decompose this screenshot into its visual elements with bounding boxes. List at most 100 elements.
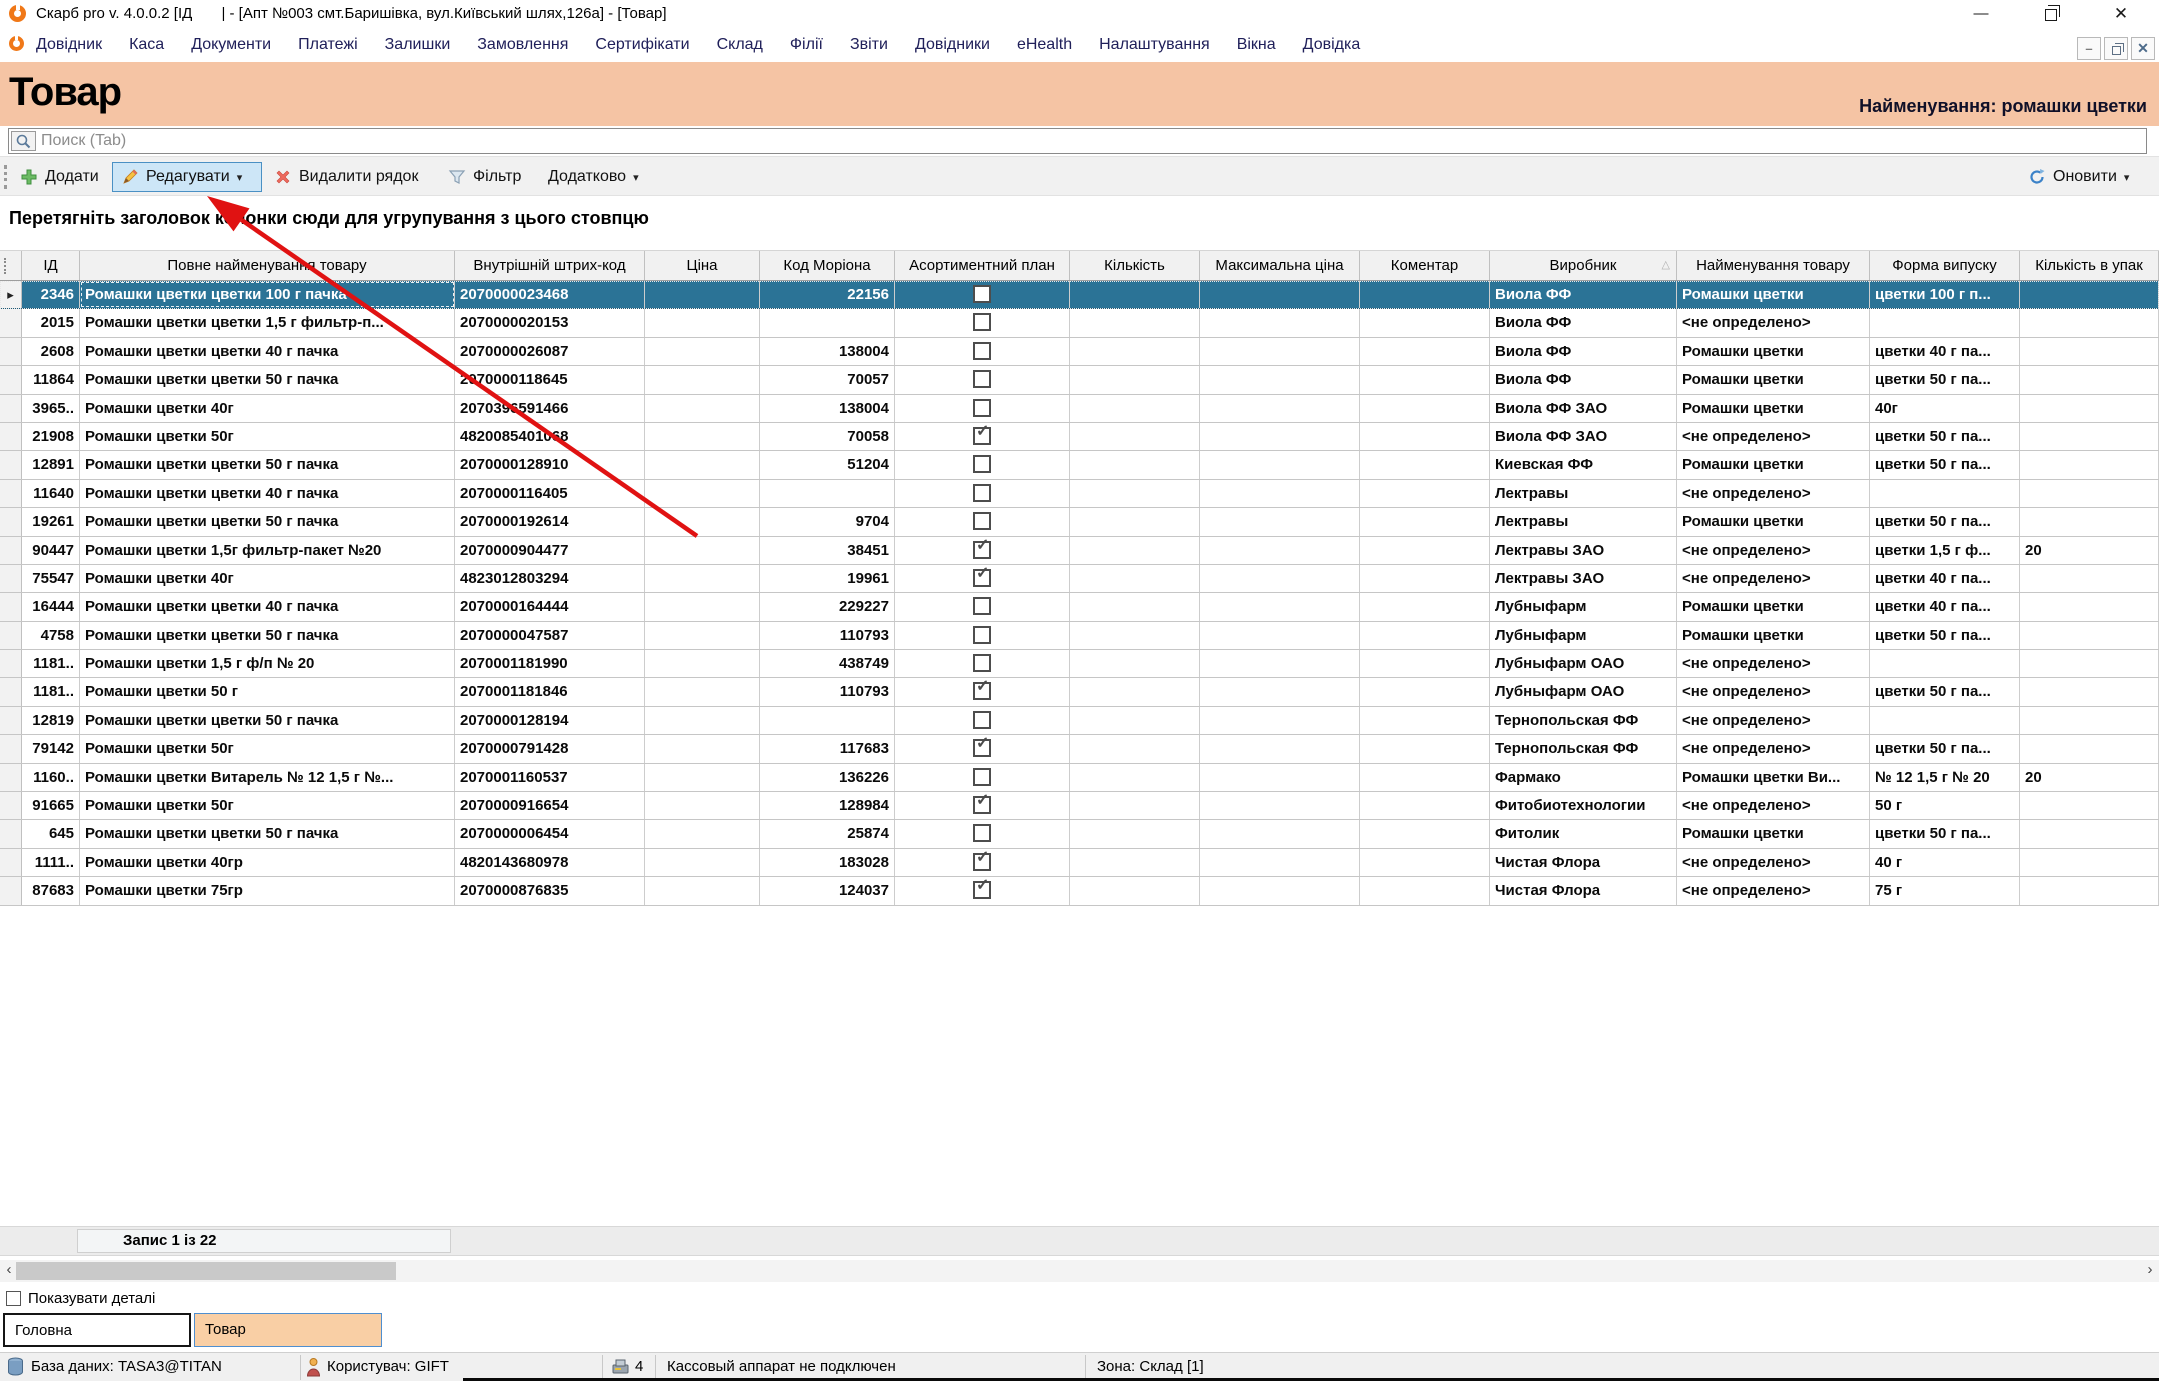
table-row[interactable]: 11864Ромашки цветки цветки 50 г пачка207… bbox=[0, 366, 2159, 394]
assortment-checkbox[interactable]: ✓ bbox=[973, 682, 991, 700]
assortment-checkbox[interactable]: ✓ bbox=[973, 853, 991, 871]
assortment-checkbox[interactable] bbox=[973, 370, 991, 388]
table-row[interactable]: 91665Ромашки цветки 50г20700009166541289… bbox=[0, 792, 2159, 820]
menu-item-Залишки[interactable]: Залишки bbox=[385, 36, 451, 54]
menu-item-Склад[interactable]: Склад bbox=[717, 36, 763, 54]
assortment-checkbox[interactable] bbox=[973, 768, 991, 786]
table-row[interactable]: 2015Ромашки цветки цветки 1,5 г фильтр-п… bbox=[0, 309, 2159, 337]
menu-item-Документи[interactable]: Документи bbox=[191, 36, 271, 54]
table-row[interactable]: 12819Ромашки цветки цветки 50 г пачка207… bbox=[0, 707, 2159, 735]
menu-item-Довідник[interactable]: Довідник bbox=[36, 36, 102, 54]
mdi-restore-button[interactable] bbox=[2104, 37, 2128, 60]
cell-id: 4758 bbox=[22, 622, 80, 649]
table-row[interactable]: 12891Ромашки цветки цветки 50 г пачка207… bbox=[0, 451, 2159, 479]
assortment-checkbox[interactable] bbox=[973, 824, 991, 842]
mdi-minimize-button[interactable]: – bbox=[2077, 37, 2101, 60]
column-header-price[interactable]: Ціна bbox=[645, 251, 760, 280]
cell-id: 11864 bbox=[22, 366, 80, 393]
add-button[interactable]: Додати bbox=[12, 162, 107, 192]
assortment-checkbox[interactable] bbox=[973, 512, 991, 530]
cell-pack_quantity bbox=[2020, 877, 2159, 904]
assortment-checkbox[interactable] bbox=[973, 399, 991, 417]
column-header-release_form[interactable]: Форма випуску bbox=[1870, 251, 2020, 280]
assortment-checkbox[interactable] bbox=[973, 711, 991, 729]
horizontal-scrollbar[interactable]: ‹ › bbox=[0, 1260, 2159, 1282]
search-input[interactable] bbox=[41, 130, 2041, 152]
table-row[interactable]: 3965..Ромашки цветки 40г2070396591466138… bbox=[0, 395, 2159, 423]
tab-golovna[interactable]: Головна bbox=[3, 1313, 191, 1347]
menu-item-Філії[interactable]: Філії bbox=[790, 36, 823, 54]
table-row[interactable]: 1111..Ромашки цветки 40гр482014368097818… bbox=[0, 849, 2159, 877]
table-row[interactable]: 19261Ромашки цветки цветки 50 г пачка207… bbox=[0, 508, 2159, 536]
table-row[interactable]: ▸2346Ромашки цветки цветки 100 г пачка20… bbox=[0, 281, 2159, 309]
cell-product_name: Ромашки цветки bbox=[1677, 593, 1870, 620]
refresh-button[interactable]: Оновити ▾ bbox=[2020, 162, 2137, 192]
column-header-assortment_plan[interactable]: Асортиментний план bbox=[895, 251, 1070, 280]
column-header-full_name[interactable]: Повне найменування товару bbox=[80, 251, 455, 280]
more-button[interactable]: Додатково ▾ bbox=[540, 162, 647, 192]
menu-item-Платежі[interactable]: Платежі bbox=[298, 36, 358, 54]
assortment-checkbox[interactable]: ✓ bbox=[973, 739, 991, 757]
filter-button[interactable]: Фільтр bbox=[440, 162, 529, 192]
table-row[interactable]: 90447Ромашки цветки 1,5г фильтр-пакет №2… bbox=[0, 537, 2159, 565]
cell-price bbox=[645, 735, 760, 762]
show-details-checkbox[interactable] bbox=[6, 1291, 21, 1306]
column-header-quantity[interactable]: Кількість bbox=[1070, 251, 1200, 280]
column-header-morion_code[interactable]: Код Моріона bbox=[760, 251, 895, 280]
column-header-pack_quantity[interactable]: Кількість в упак bbox=[2020, 251, 2159, 280]
table-row[interactable]: 87683Ромашки цветки 75гр2070000876835124… bbox=[0, 877, 2159, 905]
assortment-checkbox[interactable] bbox=[973, 597, 991, 615]
assortment-checkbox[interactable]: ✓ bbox=[973, 796, 991, 814]
assortment-checkbox[interactable] bbox=[973, 313, 991, 331]
mdi-close-button[interactable]: ✕ bbox=[2131, 37, 2155, 60]
column-header-comment[interactable]: Коментар bbox=[1360, 251, 1490, 280]
minimize-button[interactable]: — bbox=[1958, 0, 2004, 28]
menu-item-Звіти[interactable]: Звіти bbox=[850, 36, 888, 54]
table-row[interactable]: 4758Ромашки цветки цветки 50 г пачка2070… bbox=[0, 622, 2159, 650]
assortment-checkbox[interactable] bbox=[973, 285, 991, 303]
table-row[interactable]: 1181..Ромашки цветки 50 г207000118184611… bbox=[0, 678, 2159, 706]
column-header-barcode[interactable]: Внутрішній штрих-код bbox=[455, 251, 645, 280]
column-header-max_price[interactable]: Максимальна ціна bbox=[1200, 251, 1360, 280]
search-icon[interactable] bbox=[11, 131, 36, 151]
table-row[interactable]: 79142Ромашки цветки 50г20700007914281176… bbox=[0, 735, 2159, 763]
tab-tovar[interactable]: Товар bbox=[194, 1313, 382, 1347]
assortment-checkbox[interactable] bbox=[973, 455, 991, 473]
assortment-checkbox[interactable] bbox=[973, 626, 991, 644]
table-row[interactable]: 645Ромашки цветки цветки 50 г пачка20700… bbox=[0, 820, 2159, 848]
assortment-checkbox[interactable]: ✓ bbox=[973, 569, 991, 587]
column-header-id[interactable]: ІД bbox=[22, 251, 80, 280]
edit-button[interactable]: Редагувати ▾ bbox=[112, 162, 262, 192]
scrollbar-thumb[interactable] bbox=[16, 1262, 396, 1280]
assortment-checkbox[interactable]: ✓ bbox=[973, 541, 991, 559]
delete-row-button[interactable]: Видалити рядок bbox=[266, 162, 426, 192]
menu-item-Замовлення[interactable]: Замовлення bbox=[477, 36, 568, 54]
table-row[interactable]: 1160..Ромашки цветки Витарель № 12 1,5 г… bbox=[0, 764, 2159, 792]
scroll-right-icon[interactable]: › bbox=[2143, 1260, 2157, 1282]
table-row[interactable]: 16444Ромашки цветки цветки 40 г пачка207… bbox=[0, 593, 2159, 621]
menu-item-Довідка[interactable]: Довідка bbox=[1303, 36, 1361, 54]
table-row[interactable]: 21908Ромашки цветки 50г48200854010687005… bbox=[0, 423, 2159, 451]
assortment-checkbox[interactable]: ✓ bbox=[973, 881, 991, 899]
table-row[interactable]: 75547Ромашки цветки 40г48230128032941996… bbox=[0, 565, 2159, 593]
menu-item-Каса[interactable]: Каса bbox=[129, 36, 164, 54]
assortment-checkbox[interactable] bbox=[973, 484, 991, 502]
table-row[interactable]: 2608Ромашки цветки цветки 40 г пачка2070… bbox=[0, 338, 2159, 366]
menu-item-eHealth[interactable]: eHealth bbox=[1017, 36, 1072, 54]
menu-item-Довідники[interactable]: Довідники bbox=[915, 36, 990, 54]
assortment-checkbox[interactable] bbox=[973, 654, 991, 672]
column-header-product_name[interactable]: Найменування товару bbox=[1677, 251, 1870, 280]
menu-item-Сертифікати[interactable]: Сертифікати bbox=[595, 36, 689, 54]
scroll-left-icon[interactable]: ‹ bbox=[2, 1260, 16, 1282]
maximize-button[interactable] bbox=[2028, 0, 2074, 28]
close-button[interactable]: ✕ bbox=[2098, 0, 2144, 28]
menu-item-Налаштування[interactable]: Налаштування bbox=[1099, 36, 1210, 54]
cell-product_name: Ромашки цветки bbox=[1677, 622, 1870, 649]
assortment-checkbox[interactable]: ✓ bbox=[973, 427, 991, 445]
table-row[interactable]: 1181..Ромашки цветки 1,5 г ф/п № 2020700… bbox=[0, 650, 2159, 678]
table-row[interactable]: 11640Ромашки цветки цветки 40 г пачка207… bbox=[0, 480, 2159, 508]
column-header-manufacturer[interactable]: Виробник△ bbox=[1490, 251, 1677, 280]
check-icon: ✓ bbox=[976, 537, 989, 555]
menu-item-Вікна[interactable]: Вікна bbox=[1237, 36, 1276, 54]
assortment-checkbox[interactable] bbox=[973, 342, 991, 360]
